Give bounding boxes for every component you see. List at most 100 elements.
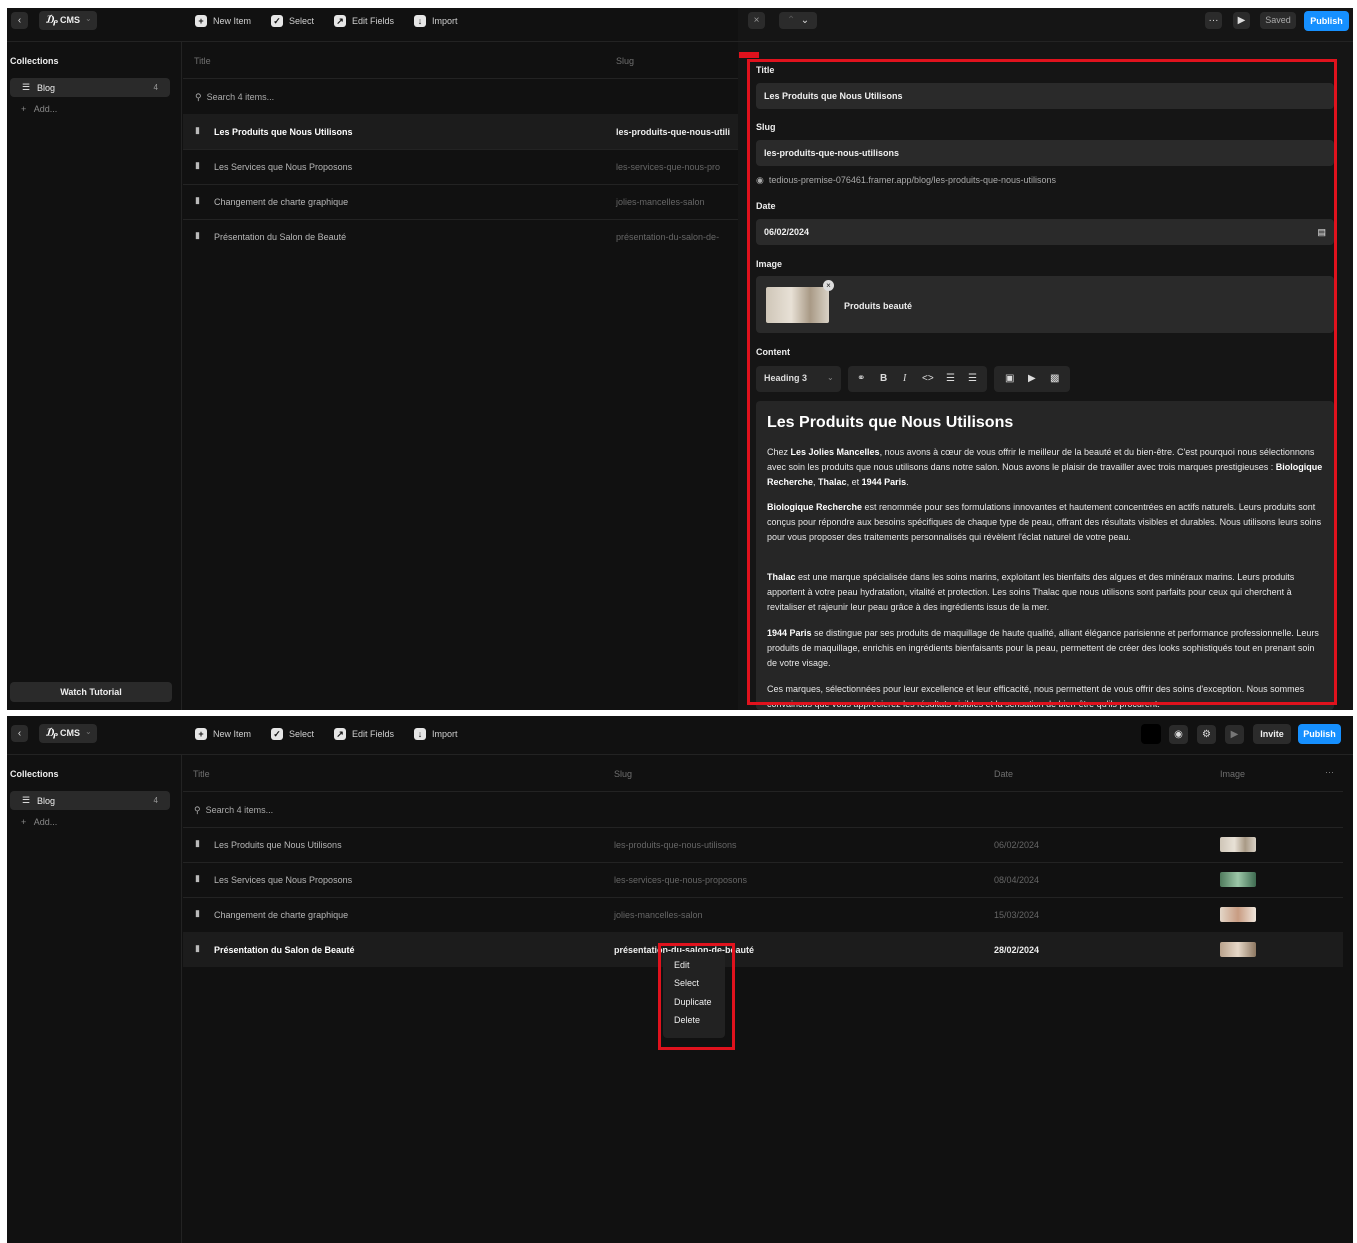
checkbox-icon: ✓ — [271, 728, 283, 740]
row-title: Les Produits que Nous Utilisons — [214, 127, 353, 137]
table-row[interactable]: ▮ Les Services que Nous Proposons les-se… — [183, 862, 1343, 897]
search-input[interactable]: ⚲ Search 4 items... — [194, 805, 273, 816]
chevron-up-icon: ⌃ — [786, 15, 796, 26]
document-icon: ▮ — [195, 125, 200, 135]
table-row[interactable]: ▮ Les Produits que Nous Utilisons les-pr… — [183, 114, 738, 149]
search-placeholder: Search 4 items... — [205, 805, 274, 815]
edit-arrow-icon: ↗ — [334, 728, 346, 740]
row-title: Les Services que Nous Proposons — [214, 162, 353, 172]
table-row[interactable]: ▮ Changement de charte graphique jolies-… — [183, 184, 738, 219]
search-icon: ⚲ — [195, 92, 202, 102]
collections-title: Collections — [10, 769, 59, 779]
search-input[interactable]: ⚲ Search 4 items... — [195, 92, 274, 103]
row-image-thumbnail — [1220, 872, 1256, 887]
collection-name: Blog — [37, 796, 56, 806]
document-icon: ▮ — [195, 160, 200, 170]
add-label: Add... — [33, 104, 58, 114]
row-slug: jolies-mancelles-salon — [616, 197, 705, 207]
column-title[interactable]: Title — [193, 769, 210, 779]
row-slug: les-produits-que-nous-utilisons — [614, 840, 737, 850]
search-icon: ⚲ — [194, 805, 201, 815]
preview-button[interactable]: ▶ — [1233, 12, 1250, 29]
row-slug: les-services-que-nous-pro — [616, 162, 721, 172]
row-image-thumbnail — [1220, 907, 1256, 922]
prev-next-buttons[interactable]: ⌃ ⌄ — [779, 12, 817, 29]
row-slug: les-services-que-nous-proposons — [614, 875, 748, 885]
select-button[interactable]: ✓ Select — [271, 726, 314, 742]
back-button[interactable]: ‹ — [11, 12, 28, 29]
publish-button[interactable]: Publish — [1298, 724, 1341, 744]
column-slug[interactable]: Slug — [614, 769, 632, 779]
table-row[interactable]: ▮ Les Services que Nous Proposons les-se… — [183, 149, 738, 184]
sidebar-divider — [181, 41, 182, 710]
play-icon[interactable]: ▶ — [1225, 725, 1244, 744]
gear-icon[interactable]: ⚙ — [1197, 725, 1216, 744]
import-label: Import — [432, 729, 458, 739]
divider — [7, 754, 1353, 755]
column-date[interactable]: Date — [994, 769, 1013, 779]
edit-fields-button[interactable]: ↗ Edit Fields — [334, 726, 394, 742]
column-title[interactable]: Title — [194, 56, 211, 66]
highlight-box — [658, 943, 735, 1050]
new-item-button[interactable]: + New Item — [195, 726, 251, 742]
invite-button[interactable]: Invite — [1253, 724, 1291, 744]
column-image[interactable]: Image — [1220, 769, 1245, 779]
import-button[interactable]: ↓ Import — [414, 726, 458, 742]
select-button[interactable]: ✓ Select — [271, 13, 314, 29]
divider — [183, 78, 738, 79]
search-placeholder: Search 4 items... — [206, 92, 275, 102]
back-button[interactable]: ‹ — [11, 725, 28, 742]
row-date: 15/03/2024 — [994, 910, 1040, 920]
checkbox-icon: ✓ — [271, 15, 283, 27]
database-icon: ☰ — [22, 82, 31, 92]
more-options-button[interactable]: ··· — [1205, 12, 1222, 29]
document-icon: ▮ — [195, 943, 200, 953]
highlight-box — [747, 59, 1337, 705]
cms-menu-button[interactable]: ₯ CMS ⌄ — [39, 11, 97, 30]
watch-tutorial-button[interactable]: Watch Tutorial — [10, 682, 172, 702]
new-item-button[interactable]: + New Item — [195, 13, 251, 29]
more-icon: ··· — [1208, 15, 1219, 26]
row-date: 08/04/2024 — [994, 875, 1040, 885]
row-date: 28/02/2024 — [994, 945, 1040, 955]
new-item-label: New Item — [213, 729, 252, 739]
add-collection-button[interactable]: + Add... — [21, 817, 57, 827]
close-icon[interactable]: × — [748, 12, 765, 29]
row-title: Présentation du Salon de Beauté — [214, 945, 355, 955]
add-collection-button[interactable]: + Add... — [21, 104, 57, 114]
table-row[interactable]: ▮ Présentation du Salon de Beauté présen… — [183, 932, 1343, 967]
select-label: Select — [289, 729, 315, 739]
cms-editor-screenshot: ‹ ₯ CMS ⌄ + New Item ✓ Select ↗ Edit Fields… — [7, 8, 1353, 710]
import-button[interactable]: ↓ Import — [414, 13, 458, 29]
add-label: Add... — [33, 817, 58, 827]
table-row[interactable]: ▮ Présentation du Salon de Beauté présen… — [183, 219, 738, 254]
cms-menu-button[interactable]: ₯ CMS ⌄ — [39, 724, 97, 743]
row-slug: les-produits-que-nous-utili — [616, 127, 730, 137]
sidebar-item-blog[interactable]: ☰ Blog 4 — [10, 78, 170, 97]
download-icon: ↓ — [414, 15, 426, 27]
row-title: Les Produits que Nous Utilisons — [214, 840, 342, 850]
table-row[interactable]: ▮ Les Produits que Nous Utilisons les-pr… — [183, 827, 1343, 862]
sidebar-item-blog[interactable]: ☰ Blog 4 — [10, 791, 170, 810]
database-icon: ☰ — [22, 795, 31, 805]
play-icon: ▶ — [1237, 15, 1246, 26]
new-item-label: New Item — [213, 16, 252, 26]
globe-icon[interactable]: ◉ — [1169, 725, 1188, 744]
table-row[interactable]: ▮ Changement de charte graphique jolies-… — [183, 897, 1343, 932]
more-icon[interactable]: ··· — [1325, 767, 1334, 777]
divider — [183, 791, 1343, 792]
cms-table-screenshot: ‹ ₯ CMS ⌄ + New Item ✓ Select ↗ Edit Fields… — [7, 716, 1353, 1243]
top-toolbar: ‹ ₯ CMS ⌄ + New Item ✓ Select ↗ Edit Fields… — [7, 716, 1353, 744]
edit-fields-button[interactable]: ↗ Edit Fields — [334, 13, 394, 29]
row-title: Changement de charte graphique — [214, 910, 349, 920]
framer-logo-icon: ₯ — [46, 727, 58, 739]
publish-button[interactable]: Publish — [1304, 11, 1349, 31]
row-image-thumbnail — [1220, 837, 1256, 852]
import-label: Import — [432, 16, 458, 26]
column-slug[interactable]: Slug — [616, 56, 634, 66]
row-date: 06/02/2024 — [994, 840, 1040, 850]
plus-icon: + — [21, 104, 27, 114]
row-slug: présentation-du-salon-de- — [616, 232, 720, 242]
avatar[interactable] — [1141, 724, 1161, 744]
document-icon: ▮ — [195, 195, 200, 205]
